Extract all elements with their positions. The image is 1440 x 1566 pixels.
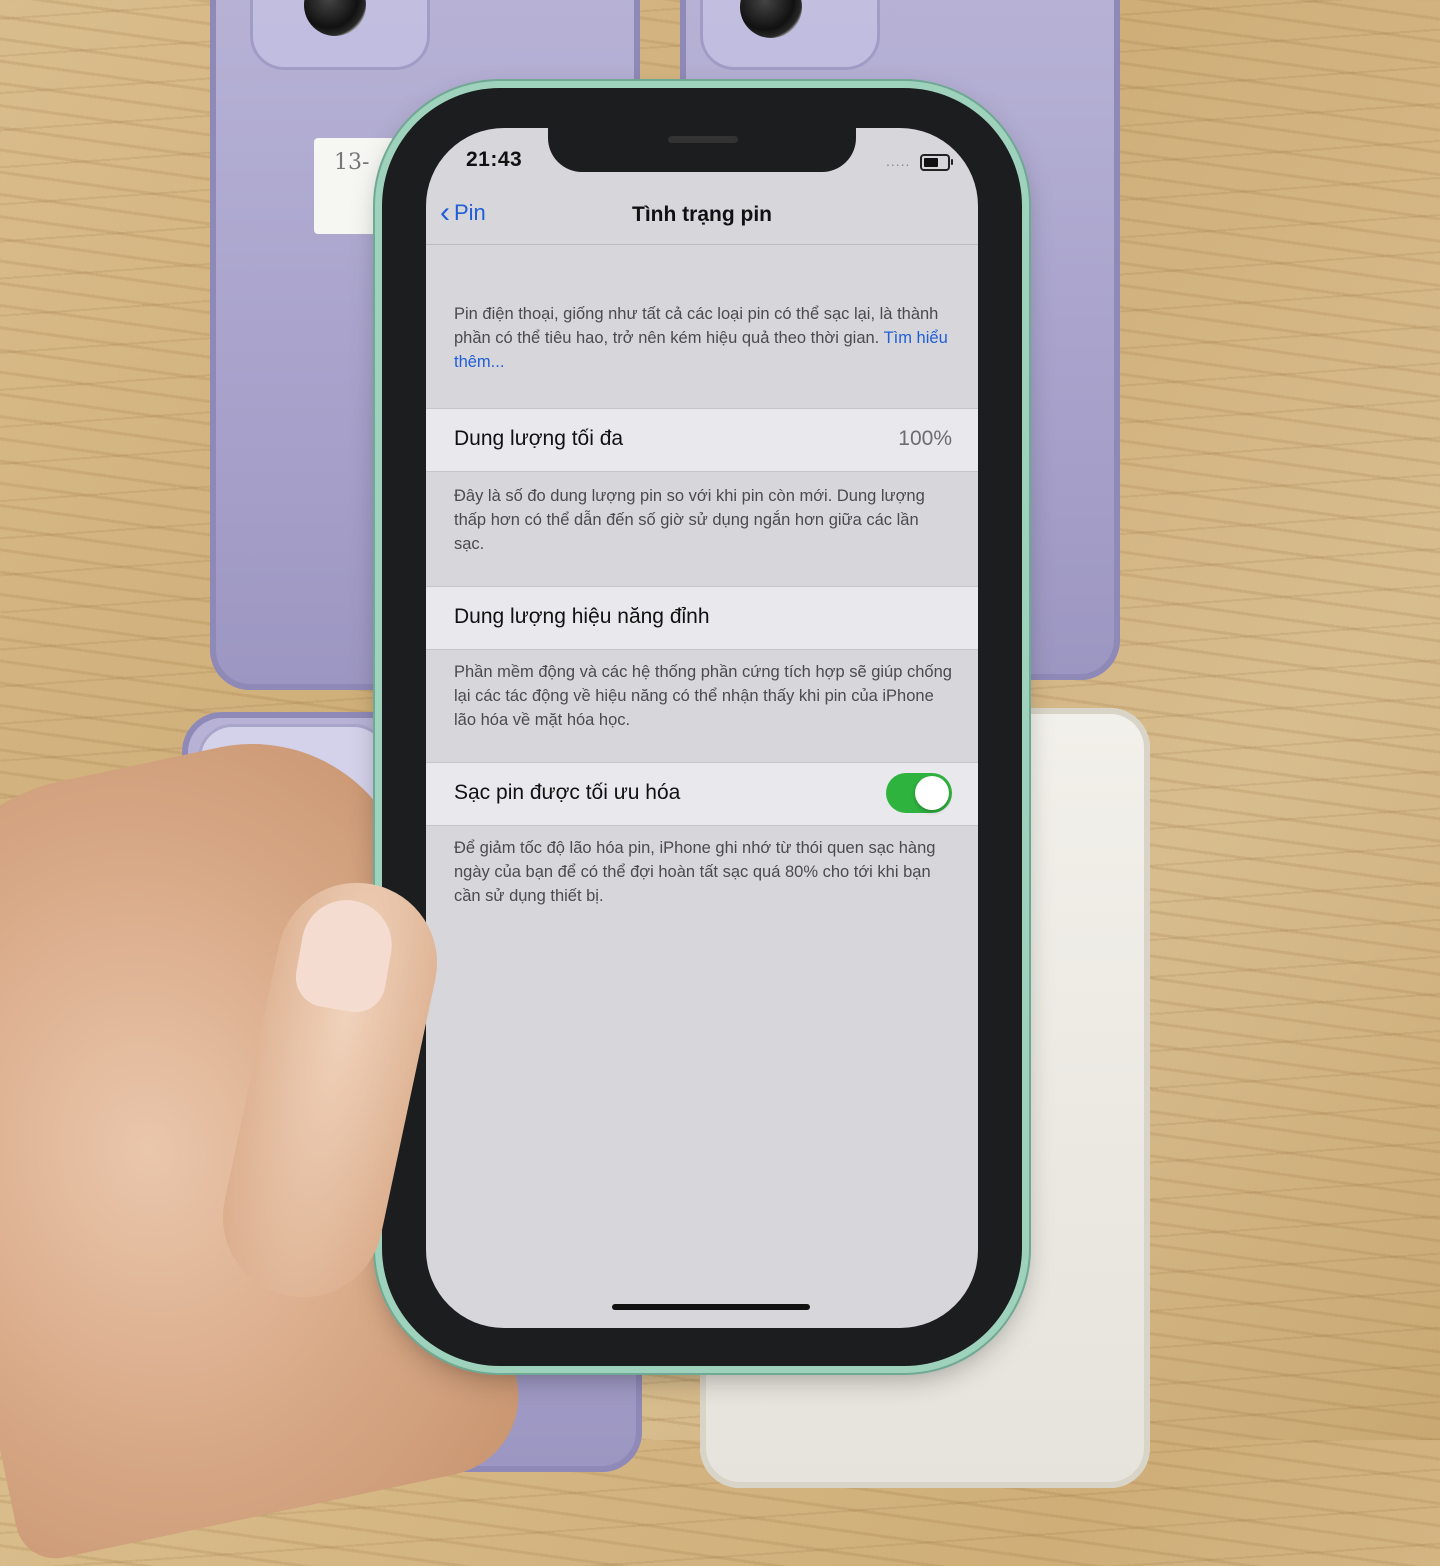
camera-lens bbox=[740, 0, 802, 38]
max-capacity-note: Đây là số đo dung lượng pin so với khi p… bbox=[454, 487, 925, 553]
camera-module bbox=[250, 0, 430, 70]
speaker bbox=[668, 136, 738, 143]
battery-icon bbox=[920, 154, 953, 171]
peak-performance-label: Dung lượng hiệu năng đỉnh bbox=[454, 605, 710, 628]
phone-screen: 21:43 ..... ‹ Pin Tình trạng pin Pin điệ… bbox=[426, 128, 978, 1328]
optimized-charging-note: Để giảm tốc độ lão hóa pin, iPhone ghi n… bbox=[454, 839, 936, 905]
optimized-charging-label: Sạc pin được tối ưu hóa bbox=[454, 781, 681, 804]
navigation-bar: ‹ Pin Tình trạng pin bbox=[426, 188, 978, 245]
intro-text: Pin điện thoại, giống như tất cả các loạ… bbox=[454, 305, 939, 347]
notch bbox=[548, 128, 856, 172]
intro-note: Pin điện thoại, giống như tất cả các loạ… bbox=[454, 302, 952, 374]
page-title: Tình trạng pin bbox=[632, 203, 772, 226]
home-indicator[interactable] bbox=[612, 1304, 810, 1310]
peak-performance-note: Phần mềm động và các hệ thống phần cứng … bbox=[454, 663, 952, 729]
iphone-device: 21:43 ..... ‹ Pin Tình trạng pin Pin điệ… bbox=[382, 88, 1022, 1366]
status-time: 21:43 bbox=[466, 148, 523, 171]
peak-performance-row: Dung lượng hiệu năng đỉnh bbox=[426, 586, 978, 650]
optimized-charging-toggle[interactable] bbox=[886, 773, 952, 813]
label-card-text: 13- bbox=[334, 150, 370, 175]
camera-module bbox=[700, 0, 880, 70]
max-capacity-value: 100% bbox=[898, 427, 952, 450]
optimized-charging-row: Sạc pin được tối ưu hóa bbox=[426, 762, 978, 826]
signal-icon: ..... bbox=[886, 153, 911, 169]
toggle-knob bbox=[915, 776, 949, 810]
max-capacity-row: Dung lượng tối đa 100% bbox=[426, 408, 978, 472]
max-capacity-label: Dung lượng tối đa bbox=[454, 427, 624, 450]
camera-lens bbox=[304, 0, 366, 36]
